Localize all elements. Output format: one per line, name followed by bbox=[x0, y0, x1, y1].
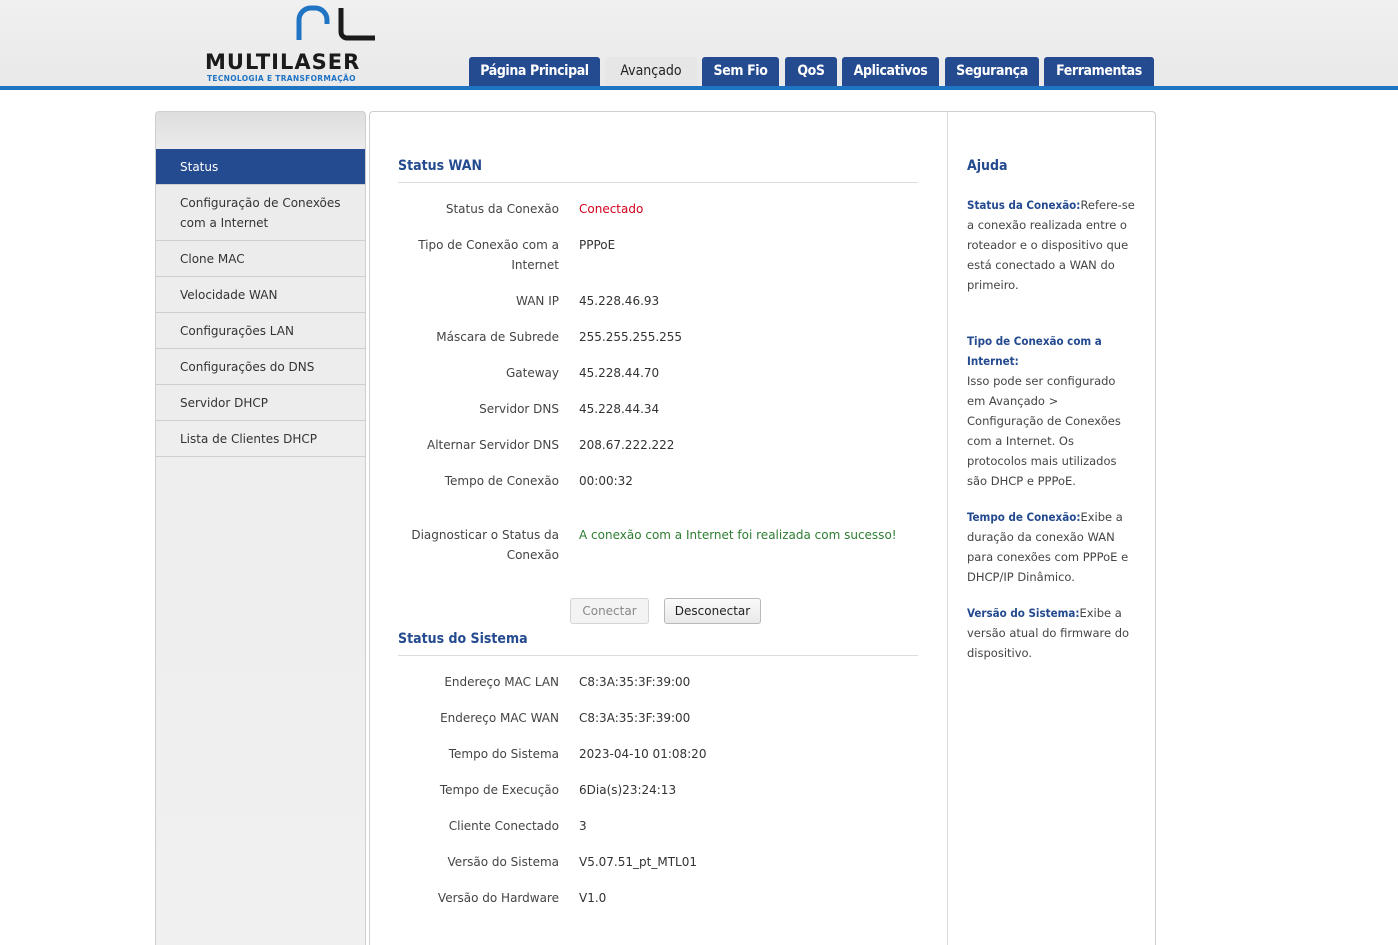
row-label: Tempo de Execução bbox=[439, 783, 559, 797]
wan-status-title: Status WAN bbox=[398, 158, 483, 174]
content-panel: Status WAN Status da Conexão Conectado T… bbox=[369, 111, 1156, 945]
help-item-connection-time: Tempo de Conexão:Exibe a duração da cone… bbox=[967, 507, 1137, 587]
row-value: 00:00:32 bbox=[579, 474, 633, 488]
row-label: Tempo do Sistema bbox=[448, 747, 559, 761]
system-status-rule bbox=[398, 655, 918, 656]
system-status-title: Status do Sistema bbox=[398, 631, 528, 647]
row-label: Servidor DNS bbox=[479, 402, 559, 416]
help-title: Ajuda bbox=[967, 158, 1008, 174]
brand-name: MULTILASER bbox=[205, 50, 361, 74]
row-label: Endereço MAC WAN bbox=[440, 711, 559, 725]
row-value: C8:3A:35:3F:39:00 bbox=[579, 675, 691, 689]
tab-pagina-principal[interactable]: Página Principal bbox=[469, 57, 600, 86]
tab-qos[interactable]: QoS bbox=[785, 57, 837, 86]
row-label: Tempo de Conexão bbox=[444, 474, 559, 488]
row-value: 45.228.44.34 bbox=[579, 402, 660, 416]
row-label: Versão do Hardware bbox=[437, 891, 559, 905]
tab-avancado[interactable]: Avançado bbox=[605, 57, 697, 86]
row-label: Gateway bbox=[505, 366, 559, 380]
help-heading: Tipo de Conexão com a Internet: bbox=[967, 334, 1102, 368]
help-item-connection-status: Status da Conexão:Refere-se a conexão re… bbox=[967, 195, 1137, 295]
sidebar-menu: Status Configuração de Conexões com a In… bbox=[156, 149, 365, 457]
header-accent-line bbox=[0, 86, 1398, 90]
row-value: 45.228.46.93 bbox=[579, 294, 660, 308]
help-heading: Status da Conexão: bbox=[967, 198, 1081, 212]
tab-sem-fio[interactable]: Sem Fio bbox=[702, 57, 779, 86]
sidebar-item-dhcp-clients[interactable]: Lista de Clientes DHCP bbox=[156, 421, 365, 457]
row-value: 3 bbox=[579, 819, 587, 833]
sidebar-item-dns-settings[interactable]: Configurações do DNS bbox=[156, 349, 365, 385]
tab-seguranca[interactable]: Segurança bbox=[945, 57, 1039, 86]
row-label: Status da Conexão bbox=[445, 202, 559, 216]
row-value: V5.07.51_pt_MTL01 bbox=[579, 855, 697, 869]
row-label: Cliente Conectado bbox=[448, 819, 559, 833]
row-value: 2023-04-10 01:08:20 bbox=[579, 747, 707, 761]
row-value: 208.67.222.222 bbox=[579, 438, 675, 452]
header: MULTILASER TECNOLOGIA E TRANSFORMAÇÃO Pá… bbox=[0, 0, 1398, 86]
connect-button[interactable]: Conectar bbox=[570, 598, 649, 624]
row-label: Versão do Sistema bbox=[447, 855, 559, 869]
wan-status-rule bbox=[398, 182, 918, 183]
row-value: 6Dia(s)23:24:13 bbox=[579, 783, 677, 797]
disconnect-button[interactable]: Desconectar bbox=[664, 598, 761, 624]
row-value: C8:3A:35:3F:39:00 bbox=[579, 711, 691, 725]
row-label: Endereço MAC LAN bbox=[444, 675, 559, 689]
sidebar-item-dhcp-server[interactable]: Servidor DHCP bbox=[156, 385, 365, 421]
tab-aplicativos[interactable]: Aplicativos bbox=[842, 57, 939, 86]
sidebar-item-internet-config[interactable]: Configuração de Conexões com a Internet bbox=[156, 185, 365, 241]
brand-logo[interactable]: MULTILASER TECNOLOGIA E TRANSFORMAÇÃO bbox=[205, 4, 380, 84]
sidebar-item-status[interactable]: Status bbox=[156, 149, 365, 185]
help-item-connection-type: Tipo de Conexão com a Internet: Isso pode… bbox=[967, 331, 1137, 491]
row-label: Alternar Servidor DNS bbox=[427, 438, 559, 452]
row-label: WAN IP bbox=[516, 294, 559, 308]
row-value: 45.228.44.70 bbox=[579, 366, 660, 380]
logo-mark-icon bbox=[296, 5, 375, 41]
row-value: 255.255.255.255 bbox=[579, 330, 683, 344]
row-label: Diagnosticar o Status da Conexão bbox=[411, 528, 559, 562]
tab-ferramentas[interactable]: Ferramentas bbox=[1044, 57, 1154, 86]
help-text: Isso pode ser configurado em Avançado > … bbox=[967, 374, 1121, 488]
help-heading: Tempo de Conexão: bbox=[967, 510, 1081, 524]
row-label: Tipo de Conexão com a Internet bbox=[418, 238, 559, 272]
connection-status-value: Conectado bbox=[579, 202, 644, 216]
row-label: Máscara de Subrede bbox=[436, 330, 559, 344]
brand-tagline: TECNOLOGIA E TRANSFORMAÇÃO bbox=[207, 74, 356, 83]
help-text: Refere-se a conexão realizada entre o ro… bbox=[967, 198, 1135, 292]
diagnosis-value: A conexão com a Internet foi realizada c… bbox=[579, 528, 897, 542]
help-heading: Versão do Sistema: bbox=[967, 606, 1080, 620]
help-item-system-version: Versão do Sistema:Exibe a versão atual d… bbox=[967, 603, 1137, 663]
sidebar-item-lan-settings[interactable]: Configurações LAN bbox=[156, 313, 365, 349]
row-value: V1.0 bbox=[579, 891, 607, 905]
row-value: PPPoE bbox=[579, 238, 616, 252]
sidebar-item-clone-mac[interactable]: Clone MAC bbox=[156, 241, 365, 277]
content-divider bbox=[947, 112, 948, 945]
sidebar-item-wan-speed[interactable]: Velocidade WAN bbox=[156, 277, 365, 313]
sidebar: Status Configuração de Conexões com a In… bbox=[155, 111, 366, 945]
